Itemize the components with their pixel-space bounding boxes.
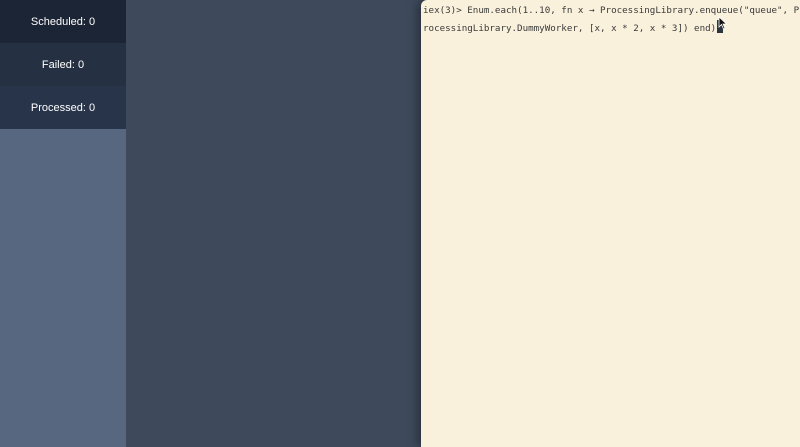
stat-processed[interactable]: Processed: 0 xyxy=(0,86,126,129)
stat-failed[interactable]: Failed: 0 xyxy=(0,43,126,86)
stat-failed-label: Failed: 0 xyxy=(41,58,85,71)
terminal-line-2-text: rocessingLibrary.DummyWorker, [x, x * 2,… xyxy=(423,23,717,34)
terminal-line-2: rocessingLibrary.DummyWorker, [x, x * 2,… xyxy=(423,20,800,38)
stats-sidebar: Scheduled: 0 Failed: 0 Processed: 0 xyxy=(0,0,126,447)
mouse-pointer-icon xyxy=(718,16,728,30)
terminal-line-1: iex(3)> Enum.each(1..10, fn x → Processi… xyxy=(423,2,800,20)
main-content-area xyxy=(126,0,421,447)
stat-scheduled-label: Scheduled: 0 xyxy=(30,15,96,28)
stat-processed-label: Processed: 0 xyxy=(30,101,96,114)
terminal-line-1-text: iex(3)> Enum.each(1..10, fn x → Processi… xyxy=(423,5,800,16)
stat-scheduled[interactable]: Scheduled: 0 xyxy=(0,0,126,43)
app-window: Scheduled: 0 Failed: 0 Processed: 0 iex(… xyxy=(0,0,800,447)
terminal-window[interactable]: iex(3)> Enum.each(1..10, fn x → Processi… xyxy=(421,0,800,447)
